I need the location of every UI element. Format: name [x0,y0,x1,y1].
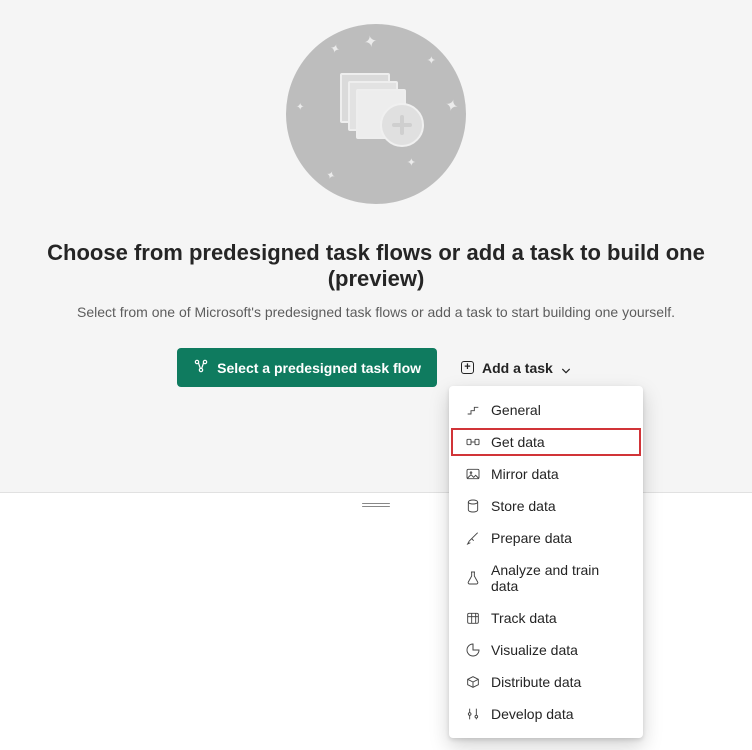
menu-item-label: General [491,402,541,418]
menu-item-label: Store data [491,498,556,514]
develop-data-icon [465,706,481,722]
prepare-data-icon [465,530,481,546]
empty-state-panel: ✦ ✦ ✦ ✦ ✦ ✦ ✦ Choose from predesigned ta… [0,0,752,387]
mirror-data-icon [465,466,481,482]
menu-item-label: Distribute data [491,674,581,690]
menu-item-label: Prepare data [491,530,572,546]
menu-item-analyze-and-train-data[interactable]: Analyze and train data [449,554,643,602]
add-task-menu: General Get data Mirror data Store data Prep… [449,386,643,738]
sparkle-icon: ✦ [324,168,337,183]
page-headline: Choose from predesigned task flows or ad… [0,240,752,292]
page-subheadline: Select from one of Microsoft's predesign… [0,304,752,320]
stacked-cards-icon [340,73,404,137]
plus-square-icon: + [461,361,474,374]
flow-icon [193,358,209,377]
store-data-icon [465,498,481,514]
hero-illustration: ✦ ✦ ✦ ✦ ✦ ✦ ✦ [286,24,466,204]
menu-item-get-data[interactable]: Get data [449,426,643,458]
menu-item-label: Get data [491,434,545,450]
menu-item-label: Analyze and train data [491,562,627,594]
plus-circle-icon [380,103,424,147]
menu-item-distribute-data[interactable]: Distribute data [449,666,643,698]
menu-item-label: Develop data [491,706,574,722]
track-data-icon [465,610,481,626]
drag-handle[interactable] [361,503,391,506]
menu-item-label: Mirror data [491,466,559,482]
sparkle-icon: ✦ [328,41,341,57]
add-task-dropdown: + Add a task GeneralGet dataMirror dataS… [457,350,575,386]
sparkle-icon: ✦ [362,31,379,53]
menu-item-visualize-data[interactable]: Visualize data [449,634,643,666]
menu-item-mirror-data[interactable]: Mirror data [449,458,643,490]
sparkle-icon: ✦ [427,54,436,67]
menu-item-develop-data[interactable]: Develop data [449,698,643,730]
analyze-and-train-data-icon [465,570,481,586]
sparkle-icon: ✦ [296,102,304,113]
action-row: Select a predesigned task flow + Add a t… [0,348,752,387]
chevron-down-icon [561,363,571,373]
select-predesigned-button[interactable]: Select a predesigned task flow [177,348,437,387]
menu-item-store-data[interactable]: Store data [449,490,643,522]
select-predesigned-label: Select a predesigned task flow [217,360,421,376]
add-task-button[interactable]: + Add a task [457,350,575,386]
general-icon [465,402,481,418]
sparkle-icon: ✦ [442,95,460,118]
menu-item-general[interactable]: General [449,394,643,426]
menu-item-track-data[interactable]: Track data [449,602,643,634]
visualize-data-icon [465,642,481,658]
get-data-icon [465,434,481,450]
add-task-label: Add a task [482,360,553,376]
distribute-data-icon [465,674,481,690]
menu-item-label: Visualize data [491,642,578,658]
menu-item-label: Track data [491,610,557,626]
menu-item-prepare-data[interactable]: Prepare data [449,522,643,554]
sparkle-icon: ✦ [407,156,416,169]
